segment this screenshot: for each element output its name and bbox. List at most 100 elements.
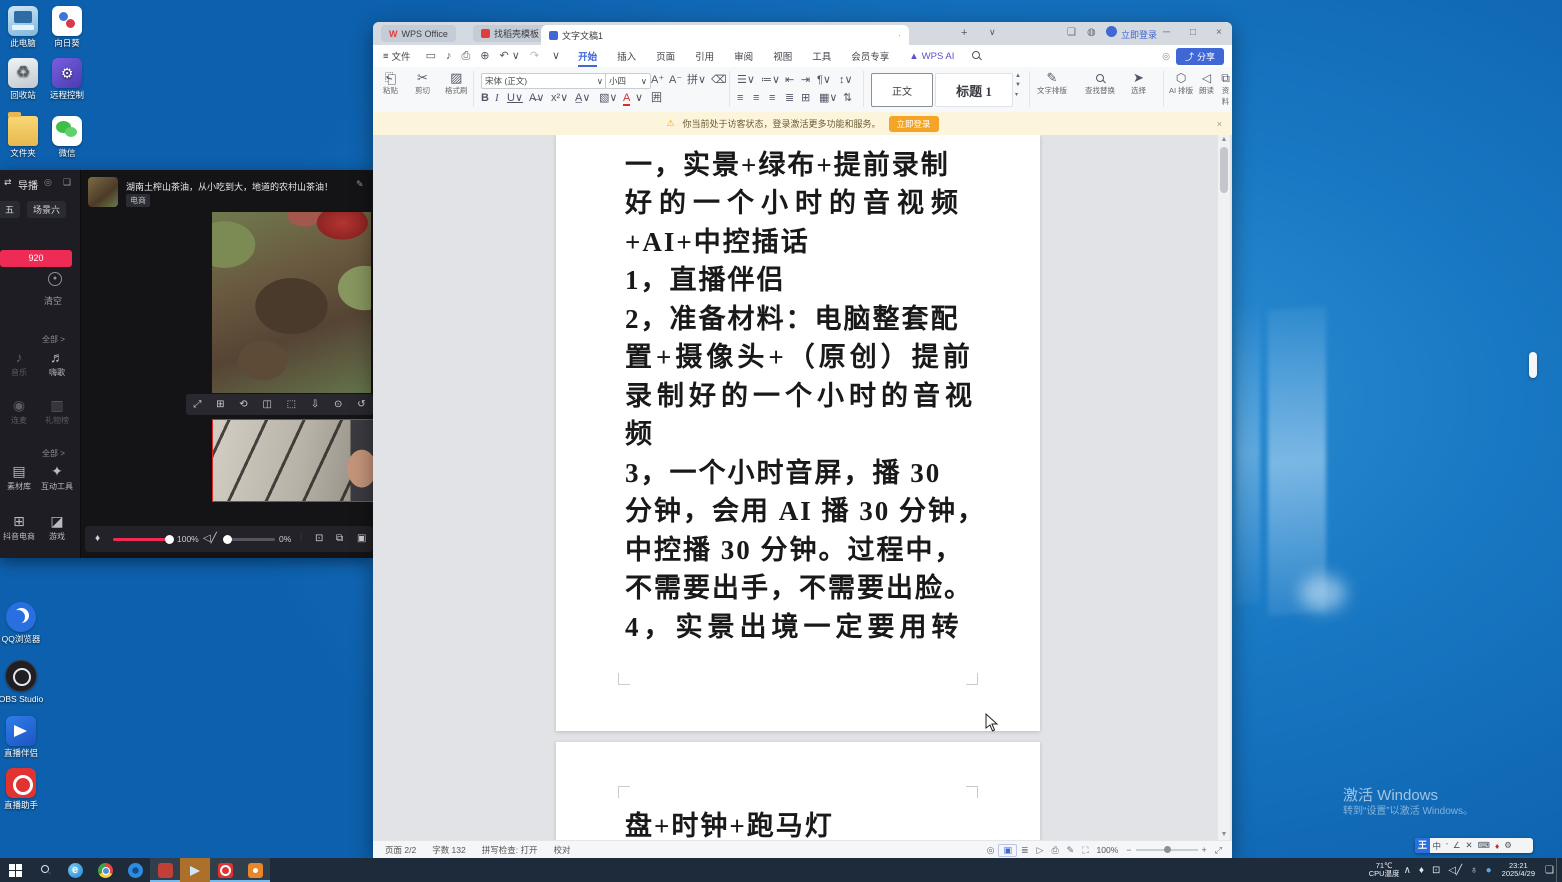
- document-canvas[interactable]: 一，实景+绿布+提前录制 好的一个小时的音视频 +AI+中控插话 1，直播伴侣 …: [373, 135, 1232, 840]
- zoom-out-icon[interactable]: −: [1122, 845, 1135, 855]
- ime-punctuation-icon[interactable]: ’: [1444, 841, 1451, 851]
- tray-expand-icon[interactable]: ∧: [1400, 865, 1415, 876]
- proofread-status[interactable]: 校对: [537, 844, 570, 856]
- align-center-button[interactable]: ≡: [753, 92, 759, 104]
- taskbar-chrome[interactable]: [90, 858, 120, 882]
- preview-video-main[interactable]: [212, 212, 371, 393]
- save-icon[interactable]: ♪: [441, 50, 457, 62]
- edit-mode-icon[interactable]: ✎: [1063, 845, 1079, 856]
- word-count[interactable]: 字数 132: [416, 844, 466, 856]
- font-size-select[interactable]: 小四∨: [605, 73, 651, 89]
- taskbar-browser360[interactable]: [120, 858, 150, 882]
- page-2[interactable]: 盘+时钟+跑马灯: [556, 742, 1040, 840]
- align-right-button[interactable]: ≡: [769, 92, 775, 104]
- style-gallery-spinner[interactable]: ▲▼▾: [1015, 73, 1021, 98]
- taskbar-app-red[interactable]: [150, 858, 180, 882]
- menu-view[interactable]: 视图: [763, 49, 802, 63]
- popout-icon[interactable]: ❏: [63, 177, 71, 188]
- layout-icon[interactable]: ❏: [1067, 27, 1076, 38]
- tab-list-icon[interactable]: ∨: [989, 27, 996, 38]
- preview-video-camera[interactable]: [212, 419, 374, 502]
- desktop-icon-obs[interactable]: OBS Studio: [0, 660, 50, 704]
- taskbar-live-helper[interactable]: [210, 858, 240, 882]
- maximize-button[interactable]: □: [1190, 27, 1196, 38]
- superscript-button[interactable]: x²∨: [551, 92, 568, 104]
- read-tool[interactable]: ◁朗读: [1199, 72, 1214, 96]
- login-link[interactable]: 立即登录: [1121, 28, 1157, 41]
- globe-icon[interactable]: ◍: [1087, 27, 1096, 38]
- tool-mic-link[interactable]: ◉连麦: [0, 398, 38, 426]
- tool-song[interactable]: ♬嗨歌: [38, 350, 76, 378]
- pin-icon[interactable]: ⇩: [311, 399, 319, 410]
- fit-page-icon[interactable]: ⛶: [1078, 845, 1092, 856]
- speaker-muted-icon[interactable]: ◁╱: [203, 533, 217, 544]
- edit-title-icon[interactable]: ✎: [356, 179, 364, 190]
- increase-font-icon[interactable]: A⁺: [651, 74, 664, 86]
- menu-home[interactable]: 开始: [568, 49, 607, 63]
- font-name-select[interactable]: 宋体 (正文)∨: [481, 73, 607, 89]
- fullscreen-icon[interactable]: ⤢: [1211, 845, 1232, 856]
- page-view-icon[interactable]: ▣: [998, 844, 1017, 857]
- paragraph-mark-button[interactable]: ¶∨: [817, 74, 831, 86]
- outdent-button[interactable]: ⇤: [785, 74, 794, 86]
- speaker-slider-knob[interactable]: [223, 535, 232, 544]
- font-color-button[interactable]: A: [623, 92, 630, 106]
- new-tab-button[interactable]: +: [961, 27, 967, 39]
- speaker-volume-slider[interactable]: [225, 538, 275, 541]
- scene-tab-prev[interactable]: 五: [0, 201, 20, 218]
- teach-icon[interactable]: ◎: [1156, 51, 1176, 62]
- style-normal[interactable]: 正文: [871, 73, 933, 107]
- menu-reference[interactable]: 引用: [685, 49, 724, 63]
- scrollbar-thumb[interactable]: [1220, 147, 1228, 193]
- tool-interact[interactable]: ✦互动工具: [38, 464, 76, 492]
- cut-button[interactable]: ✂剪切: [415, 72, 430, 96]
- outline-view-icon[interactable]: ≣: [1017, 845, 1033, 856]
- scroll-up-icon[interactable]: ▲: [1218, 135, 1230, 145]
- close-button[interactable]: ×: [1216, 27, 1222, 38]
- desktop-icon-sunflower[interactable]: 向日葵: [38, 6, 96, 48]
- page-1[interactable]: 一，实景+绿布+提前录制 好的一个小时的音视频 +AI+中控插话 1，直播伴侣 …: [556, 135, 1040, 731]
- reset-icon[interactable]: ↺: [357, 399, 365, 410]
- print-icon[interactable]: ⎙: [456, 50, 475, 62]
- tray-network-icon[interactable]: ♁: [1466, 865, 1482, 876]
- distribute-button[interactable]: ⊞: [801, 92, 810, 104]
- taskbar-live-companion[interactable]: [180, 858, 210, 882]
- menu-page[interactable]: 页面: [646, 49, 685, 63]
- mic-volume-slider[interactable]: [113, 538, 171, 541]
- number-list-button[interactable]: ≔∨: [761, 74, 780, 86]
- tray-volume-muted-icon[interactable]: ◁╱: [1444, 865, 1466, 876]
- undo-icon[interactable]: ↶ ∨: [495, 50, 525, 62]
- camera-toggle-icon[interactable]: ⊡: [315, 533, 323, 544]
- char-border-button[interactable]: 囲: [651, 92, 662, 104]
- underline-button[interactable]: U∨: [507, 92, 523, 104]
- live-cover-thumbnail[interactable]: [88, 177, 118, 207]
- sort-button[interactable]: ⇅: [843, 92, 852, 104]
- tool-media-library[interactable]: ▤素材库: [0, 464, 38, 492]
- search-icon[interactable]: [964, 51, 988, 61]
- print-layout-icon[interactable]: ⎙: [1047, 845, 1062, 856]
- desktop-icon-qqbrowser[interactable]: QQ浏览器: [0, 602, 50, 644]
- redo-icon[interactable]: ↷: [525, 50, 544, 62]
- select-tool[interactable]: ➤选择: [1131, 72, 1146, 96]
- font-color-chevron[interactable]: ∨: [635, 92, 643, 104]
- desktop-icon-remote[interactable]: ⚙ 远程控制: [38, 58, 96, 100]
- align-left-button[interactable]: ≡: [737, 92, 743, 104]
- all-link[interactable]: 全部 >: [42, 448, 65, 459]
- format-painter-button[interactable]: ▨格式刷: [445, 72, 468, 96]
- zoom-slider-knob[interactable]: [1164, 846, 1171, 853]
- desktop-icon-live-helper[interactable]: 直播助手: [0, 768, 50, 810]
- record-icon[interactable]: ▣: [357, 533, 366, 544]
- ime-logo[interactable]: 王: [1415, 838, 1430, 853]
- show-desktop-button[interactable]: [1556, 858, 1562, 882]
- start-button[interactable]: [0, 858, 30, 882]
- tab-document[interactable]: 文字文稿1·: [541, 25, 909, 45]
- scroll-down-icon[interactable]: ▼: [1218, 830, 1230, 840]
- char-shading-button[interactable]: ▧∨: [599, 92, 617, 104]
- file-menu[interactable]: ≡文件: [373, 49, 421, 63]
- bullet-list-button[interactable]: ☰∨: [737, 74, 755, 86]
- spellcheck-status[interactable]: 拼写检查: 打开: [466, 844, 538, 856]
- menu-member[interactable]: 会员专享: [841, 49, 899, 63]
- paste-button[interactable]: ⎗粘贴: [383, 72, 398, 96]
- zoom-slider[interactable]: [1136, 849, 1198, 851]
- desktop-icon-live-companion[interactable]: 直播伴侣: [0, 716, 50, 758]
